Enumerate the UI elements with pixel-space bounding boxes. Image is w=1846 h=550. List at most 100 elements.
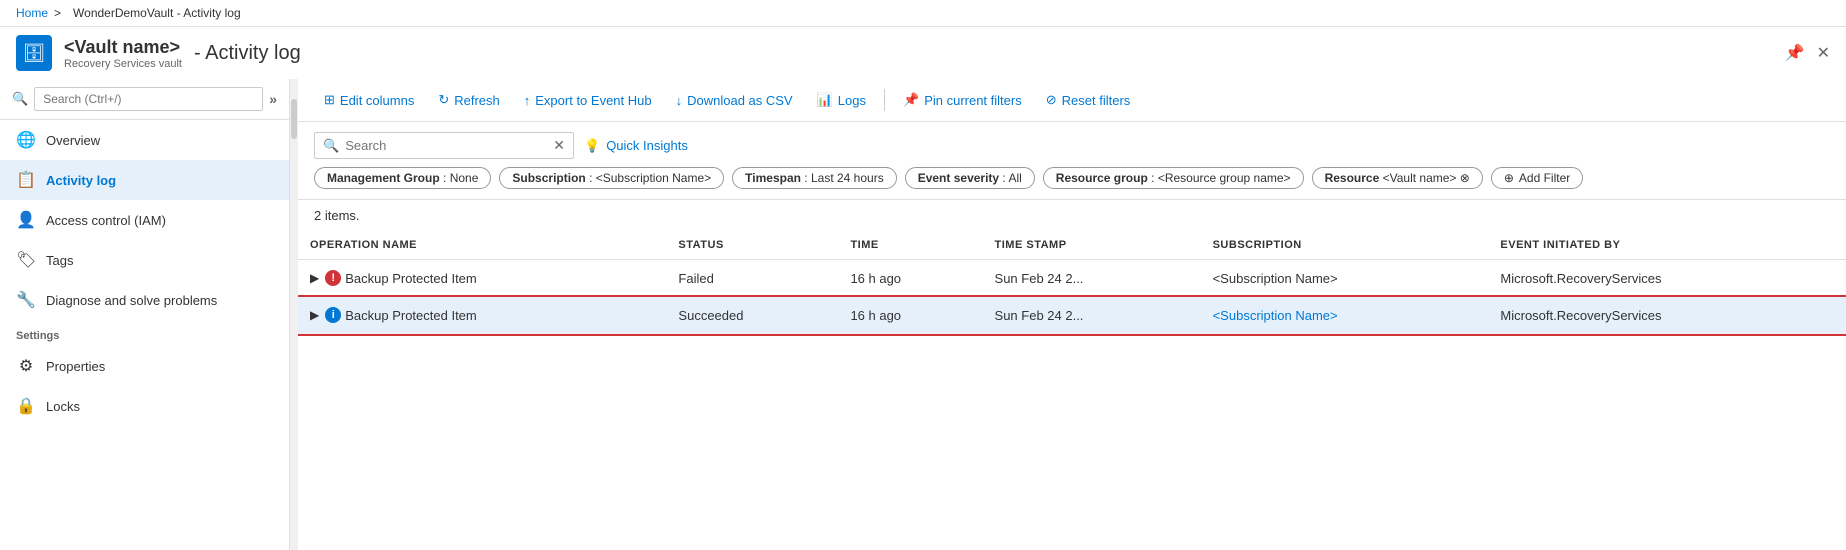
- sidebar-search-container: 🔍 »: [0, 79, 289, 120]
- sidebar-item-properties[interactable]: ⚙ Properties: [0, 346, 289, 386]
- sidebar-item-tags[interactable]: 🏷 Tags: [0, 240, 289, 280]
- quick-insights-icon: 💡: [584, 138, 600, 154]
- row2-timestamp: Sun Feb 24 2...: [983, 297, 1201, 334]
- toolbar-separator: [884, 89, 885, 111]
- row2-expand-button[interactable]: ▶: [310, 308, 319, 322]
- quick-insights-button[interactable]: 💡 Quick Insights: [584, 138, 688, 154]
- items-count: 2 items.: [298, 200, 1846, 231]
- filter-row-2: Management Group : None Subscription : <…: [314, 167, 1830, 189]
- search-box-icon: 🔍: [323, 138, 339, 154]
- sidebar-nav: 🌐 Overview 📋 Activity log 👤 Access contr…: [0, 120, 289, 550]
- sidebar-item-overview[interactable]: 🌐 Overview: [0, 120, 289, 160]
- filter-resource-group[interactable]: Resource group : <Resource group name>: [1043, 167, 1304, 189]
- row1-status-icon: !: [325, 270, 341, 286]
- pin-filters-button[interactable]: 📌 Pin current filters: [893, 87, 1032, 113]
- row1-event-initiated: Microsoft.RecoveryServices: [1488, 260, 1846, 297]
- table-row[interactable]: ▶ ! Backup Protected Item Failed 16 h ag…: [298, 260, 1846, 297]
- filter-management-group[interactable]: Management Group : None: [314, 167, 491, 189]
- sidebar-item-label-locks: Locks: [46, 399, 80, 414]
- pin-button[interactable]: 📌: [1785, 43, 1805, 63]
- table-container: OPERATION NAME STATUS TIME TIME STAMP SU…: [298, 231, 1846, 550]
- toolbar: ⊞ Edit columns ↻ Refresh ↑ Export to Eve…: [298, 79, 1846, 122]
- tags-icon: 🏷: [16, 250, 36, 270]
- content-area: ⊞ Edit columns ↻ Refresh ↑ Export to Eve…: [298, 79, 1846, 550]
- row1-subscription: <Subscription Name>: [1201, 260, 1489, 297]
- vault-name-block: <Vault name> Recovery Services vault: [64, 37, 182, 70]
- row1-operation-name: Backup Protected Item: [345, 271, 477, 286]
- sidebar-item-label-iam: Access control (IAM): [46, 213, 166, 228]
- export-icon: ↑: [524, 93, 531, 108]
- edit-columns-button[interactable]: ⊞ Edit columns: [314, 87, 424, 113]
- sidebar-item-label-diagnose: Diagnose and solve problems: [46, 293, 217, 308]
- refresh-icon: ↻: [438, 92, 449, 108]
- table-header-row: OPERATION NAME STATUS TIME TIME STAMP SU…: [298, 231, 1846, 260]
- filter-row-1: 🔍 ✕ 💡 Quick Insights: [314, 132, 1830, 159]
- download-button[interactable]: ↓ Download as CSV: [666, 88, 803, 113]
- sidebar-scroll-thumb: [291, 99, 297, 139]
- row2-status-icon: i: [325, 307, 341, 323]
- add-filter-icon: ⊕: [1504, 171, 1514, 185]
- edit-columns-icon: ⊞: [324, 92, 335, 108]
- row1-time: 16 h ago: [838, 260, 982, 297]
- vault-subtitle: Recovery Services vault: [64, 58, 182, 70]
- logs-icon: 📊: [817, 92, 833, 108]
- sidebar-item-diagnose[interactable]: 🔧 Diagnose and solve problems: [0, 280, 289, 320]
- filter-resource[interactable]: Resource <Vault name> ⊗: [1312, 167, 1483, 189]
- export-button[interactable]: ↑ Export to Event Hub: [514, 88, 662, 113]
- sidebar-item-label-overview: Overview: [46, 133, 100, 148]
- col-subscription: SUBSCRIPTION: [1201, 231, 1489, 260]
- sidebar-scrollbar[interactable]: [290, 79, 298, 550]
- breadcrumb: Home > WonderDemoVault - Activity log: [0, 0, 1846, 27]
- vault-icon: 🗄: [16, 35, 52, 71]
- col-time: TIME: [838, 231, 982, 260]
- filter-bar: 🔍 ✕ 💡 Quick Insights Management Group : …: [298, 122, 1846, 200]
- collapse-sidebar-button[interactable]: »: [269, 91, 277, 107]
- settings-section-label: Settings: [0, 320, 289, 346]
- properties-icon: ⚙: [16, 356, 36, 376]
- logs-button[interactable]: 📊 Logs: [807, 87, 876, 113]
- col-event-initiated: EVENT INITIATED BY: [1488, 231, 1846, 260]
- sidebar-search-input[interactable]: [34, 87, 263, 111]
- breadcrumb-separator: >: [54, 6, 61, 20]
- activity-table: OPERATION NAME STATUS TIME TIME STAMP SU…: [298, 231, 1846, 334]
- row1-expand-button[interactable]: ▶: [310, 271, 319, 285]
- sidebar-item-label-properties: Properties: [46, 359, 105, 374]
- row2-status: Succeeded: [666, 297, 838, 334]
- activity-log-icon: 📋: [16, 170, 36, 190]
- filter-timespan[interactable]: Timespan : Last 24 hours: [732, 167, 897, 189]
- add-filter-button[interactable]: ⊕ Add Filter: [1491, 167, 1583, 189]
- reset-filters-icon: ⊘: [1046, 92, 1057, 108]
- sidebar-item-locks[interactable]: 🔒 Locks: [0, 386, 289, 426]
- sidebar-item-label-activity-log: Activity log: [46, 173, 116, 188]
- row2-subscription-link[interactable]: <Subscription Name>: [1213, 308, 1338, 323]
- window-bar: 🗄 <Vault name> Recovery Services vault -…: [0, 27, 1846, 79]
- row2-subscription: <Subscription Name>: [1201, 297, 1489, 334]
- sidebar-item-label-tags: Tags: [46, 253, 73, 268]
- refresh-button[interactable]: ↻ Refresh: [428, 87, 509, 113]
- row2-event-initiated: Microsoft.RecoveryServices: [1488, 297, 1846, 334]
- activity-log-title: - Activity log: [194, 42, 301, 65]
- breadcrumb-home[interactable]: Home: [16, 6, 48, 20]
- row1-status: Failed: [666, 260, 838, 297]
- filter-subscription[interactable]: Subscription : <Subscription Name>: [499, 167, 724, 189]
- resource-clear-icon[interactable]: ⊗: [1460, 171, 1470, 185]
- table-row[interactable]: ▶ i Backup Protected Item Succeeded 16 h…: [298, 297, 1846, 334]
- filter-event-severity[interactable]: Event severity : All: [905, 167, 1035, 189]
- diagnose-icon: 🔧: [16, 290, 36, 310]
- sidebar-item-iam[interactable]: 👤 Access control (IAM): [0, 200, 289, 240]
- reset-filters-button[interactable]: ⊘ Reset filters: [1036, 87, 1141, 113]
- overview-icon: 🌐: [16, 130, 36, 150]
- pin-filters-icon: 📌: [903, 92, 919, 108]
- vault-name: <Vault name>: [64, 37, 182, 58]
- col-status: STATUS: [666, 231, 838, 260]
- row1-timestamp: Sun Feb 24 2...: [983, 260, 1201, 297]
- search-input[interactable]: [345, 138, 547, 153]
- window-controls: 📌 ✕: [1785, 43, 1830, 63]
- search-box: 🔍 ✕: [314, 132, 574, 159]
- close-button[interactable]: ✕: [1817, 43, 1830, 63]
- col-operation-name: OPERATION NAME: [298, 231, 666, 260]
- search-clear-button[interactable]: ✕: [553, 137, 565, 154]
- download-icon: ↓: [676, 93, 683, 108]
- row2-operation-name: Backup Protected Item: [345, 308, 477, 323]
- sidebar-item-activity-log[interactable]: 📋 Activity log: [0, 160, 289, 200]
